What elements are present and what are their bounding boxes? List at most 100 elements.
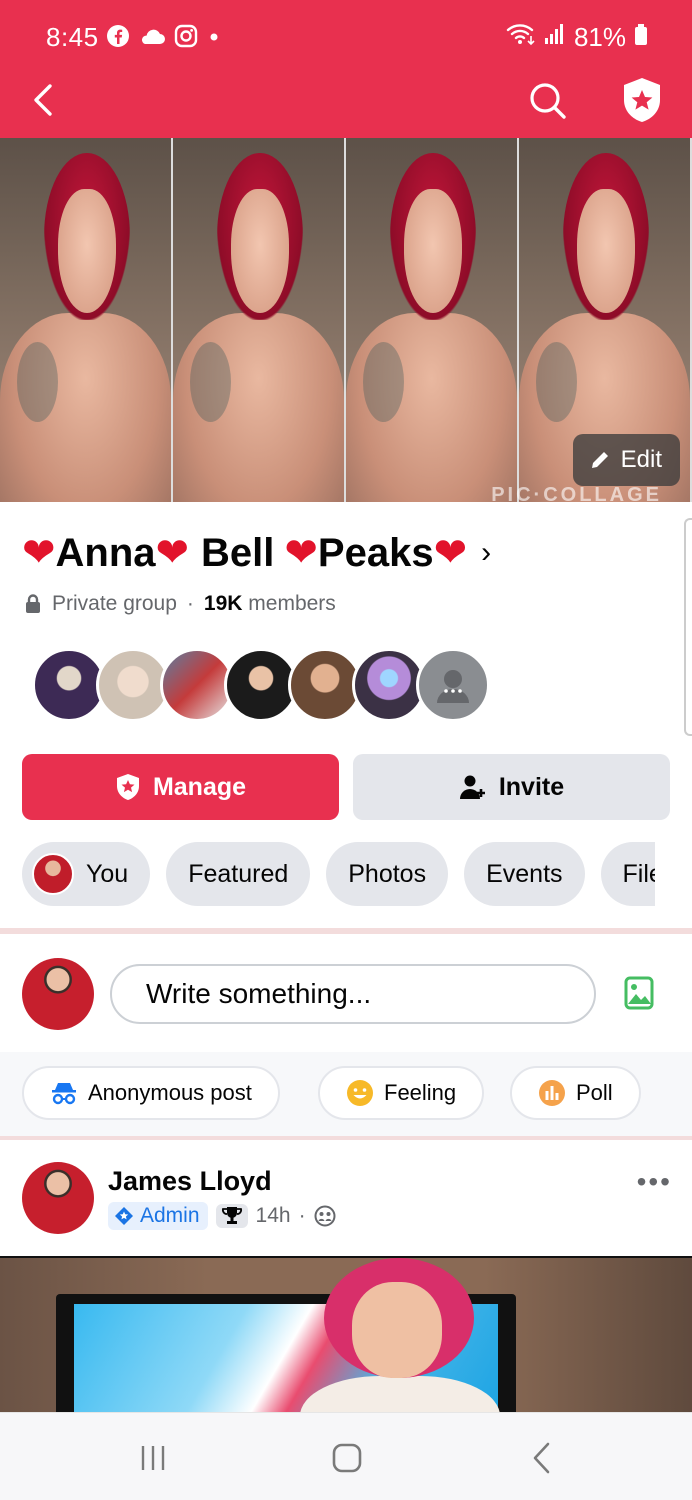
post-meta: Admin 14h · bbox=[108, 1202, 336, 1230]
wifi-icon bbox=[506, 22, 536, 53]
option-label: Anonymous post bbox=[88, 1080, 252, 1105]
person-figure bbox=[300, 1258, 500, 1412]
edit-cover-button[interactable]: Edit bbox=[572, 434, 680, 486]
meta-separator: · bbox=[186, 592, 194, 615]
avatar[interactable] bbox=[22, 1162, 94, 1234]
tab-label: You bbox=[86, 859, 129, 888]
invite-button[interactable]: Invite bbox=[353, 754, 670, 820]
incognito-icon bbox=[52, 1083, 76, 1105]
home-button[interactable] bbox=[332, 1443, 362, 1478]
pencil-icon bbox=[591, 452, 608, 468]
shield-star-icon bbox=[624, 78, 660, 122]
status-bar: 8:45 81% bbox=[0, 0, 692, 72]
group-name[interactable]: ❤ Anna ❤ Bell ❤ Peaks ❤ › bbox=[22, 530, 491, 576]
meta-separator: · bbox=[298, 1204, 306, 1227]
group-name-part: Anna bbox=[55, 530, 156, 575]
avatar[interactable] bbox=[22, 958, 94, 1030]
instagram-icon bbox=[174, 24, 198, 53]
admin-badge-icon bbox=[115, 1207, 133, 1225]
back-button[interactable] bbox=[26, 78, 62, 122]
recent-apps-icon bbox=[141, 1446, 165, 1470]
cloud-icon bbox=[138, 25, 166, 52]
top-app-bar: 8:45 81% bbox=[0, 0, 692, 138]
admin-tools-button[interactable] bbox=[616, 74, 668, 126]
lock-icon bbox=[26, 594, 40, 613]
battery-percent: 81% bbox=[573, 22, 626, 52]
heart-icon: ❤ bbox=[22, 531, 56, 575]
add-photo-button[interactable] bbox=[624, 976, 654, 1015]
person-placeholder-icon bbox=[437, 670, 469, 703]
search-icon bbox=[530, 83, 566, 119]
group-cover-photo[interactable]: Edit PIC·COLLAGE bbox=[0, 138, 692, 502]
group-name-part: Bell bbox=[201, 530, 275, 575]
avatar bbox=[32, 853, 74, 895]
manage-label: Manage bbox=[152, 772, 247, 801]
system-status: 81% bbox=[506, 22, 648, 53]
add-person-icon bbox=[459, 775, 485, 799]
heart-icon: ❤ bbox=[284, 531, 318, 575]
member-avatar bbox=[96, 648, 170, 722]
heart-icon: ❤ bbox=[433, 531, 468, 575]
battery-icon bbox=[634, 22, 648, 53]
cover-panel bbox=[0, 138, 173, 502]
recent-apps-button[interactable] bbox=[138, 1443, 168, 1478]
member-count: 19K bbox=[203, 592, 243, 615]
post-menu-button[interactable]: ••• bbox=[637, 1166, 672, 1198]
anonymous-post-button[interactable]: Anonymous post bbox=[22, 1066, 280, 1120]
feeling-button[interactable]: Feeling bbox=[318, 1066, 485, 1120]
group-icon bbox=[314, 1205, 336, 1227]
watermark-text: PIC·COLLAGE bbox=[491, 484, 662, 502]
post-composer: Write something... bbox=[0, 934, 692, 1052]
signal-icon bbox=[544, 22, 566, 53]
member-count-wrap[interactable]: 19K members bbox=[204, 592, 336, 616]
invite-label: Invite bbox=[498, 772, 565, 801]
option-label: Feeling bbox=[384, 1080, 457, 1105]
trophy-badge[interactable] bbox=[215, 1204, 248, 1228]
role-label: Admin bbox=[140, 1204, 200, 1227]
member-avatar bbox=[224, 648, 298, 722]
member-avatar bbox=[288, 648, 362, 722]
post-author[interactable]: James Lloyd bbox=[108, 1166, 272, 1197]
smiley-icon bbox=[347, 1080, 373, 1106]
scroll-indicator bbox=[684, 518, 692, 736]
edit-label: Edit bbox=[620, 446, 662, 473]
manage-button[interactable]: Manage bbox=[22, 754, 339, 820]
tab-featured[interactable]: Featured bbox=[166, 842, 311, 906]
tab-files[interactable]: Files bbox=[600, 842, 655, 906]
poll-button[interactable]: Poll bbox=[510, 1066, 641, 1120]
search-button[interactable] bbox=[526, 76, 570, 124]
notification-icons bbox=[106, 24, 222, 53]
privacy-label: Private group bbox=[52, 592, 177, 615]
group-name-part: Peaks bbox=[317, 530, 434, 575]
status-time: 8:45 bbox=[46, 22, 99, 52]
home-icon bbox=[332, 1443, 362, 1473]
feed-post: James Lloyd Admin 14h · ••• bbox=[0, 1140, 692, 1412]
more-members-avatar bbox=[416, 648, 490, 722]
member-avatar bbox=[32, 648, 106, 722]
composer-placeholder: Write something... bbox=[146, 978, 372, 1009]
option-label: Poll bbox=[576, 1080, 613, 1105]
admin-badge[interactable]: Admin bbox=[108, 1202, 208, 1230]
post-photo[interactable] bbox=[0, 1256, 692, 1412]
tab-label: Featured bbox=[188, 859, 289, 888]
system-back-button[interactable] bbox=[530, 1441, 554, 1480]
facebook-icon bbox=[106, 24, 130, 53]
write-something-input[interactable]: Write something... bbox=[110, 964, 596, 1024]
tab-photos[interactable]: Photos bbox=[326, 842, 449, 906]
tab-label: Events bbox=[486, 859, 563, 888]
trophy-icon bbox=[221, 1207, 242, 1224]
shield-star-icon bbox=[116, 774, 139, 800]
dot-icon bbox=[206, 24, 222, 53]
group-tabs: You Featured Photos Events Files bbox=[22, 842, 655, 906]
system-navigation-bar bbox=[0, 1412, 692, 1500]
member-avatar bbox=[160, 648, 234, 722]
poll-icon bbox=[539, 1080, 565, 1106]
member-avatar bbox=[352, 648, 426, 722]
tab-events[interactable]: Events bbox=[464, 842, 585, 906]
tab-you[interactable]: You bbox=[22, 842, 151, 906]
tab-label: Files bbox=[622, 859, 655, 888]
heart-icon: ❤ bbox=[155, 531, 190, 575]
back-arrow-icon bbox=[533, 1442, 550, 1474]
tab-label: Photos bbox=[348, 859, 427, 888]
header-nav bbox=[0, 72, 692, 138]
